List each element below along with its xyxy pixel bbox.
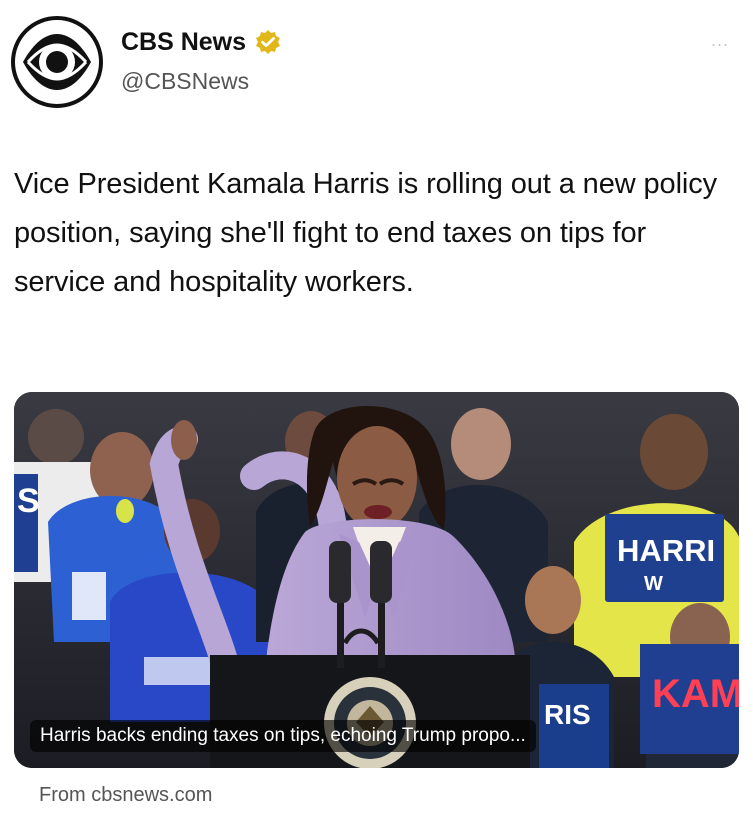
more-options-icon[interactable]: ... — [711, 31, 729, 49]
verified-badge-icon — [256, 30, 281, 54]
link-preview-card[interactable]: S HARRI W RIS KAMA — [14, 392, 739, 768]
tweet-card[interactable]: CBS News @CBSNews ... Vice President Kam… — [0, 0, 753, 814]
svg-text:W: W — [644, 573, 663, 595]
author-name-row: CBS News — [121, 27, 282, 57]
card-caption: Harris backs ending taxes on tips, echoi… — [30, 720, 536, 752]
author-handle[interactable]: @CBSNews — [121, 67, 249, 95]
cbs-eye-logo-icon — [23, 34, 91, 90]
news-photo-image: S HARRI W RIS KAMA — [14, 392, 739, 768]
author-name[interactable]: CBS News — [121, 27, 246, 57]
sign-text-3: RIS — [544, 699, 591, 730]
tweet-text: Vice President Kamala Harris is rolling … — [14, 168, 718, 298]
svg-text:S: S — [17, 482, 40, 520]
avatar[interactable] — [11, 16, 103, 108]
card-source[interactable]: From cbsnews.com — [39, 783, 212, 807]
sign-text-2: KAMA — [652, 672, 739, 716]
sign-text-1: HARRI — [617, 533, 715, 568]
